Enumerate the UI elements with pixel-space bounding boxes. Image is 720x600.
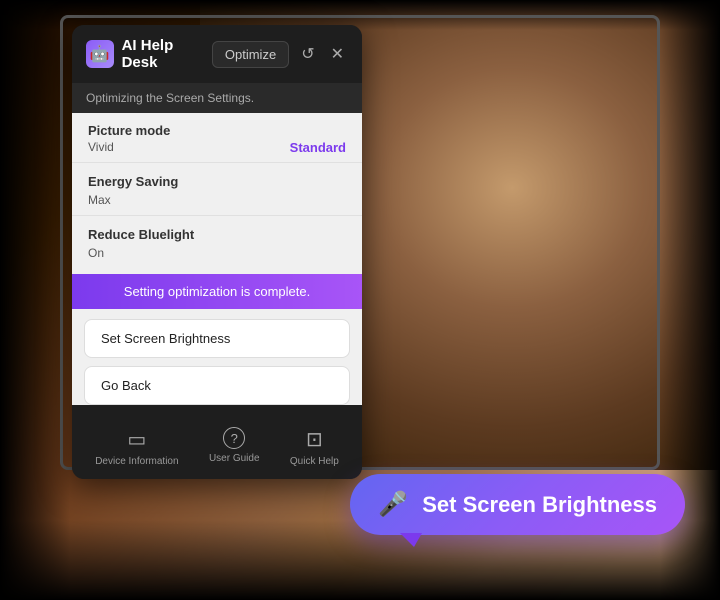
reduce-bluelight-value: On [88,244,104,262]
ai-helpdesk-panel: 🤖 AI Help Desk Optimize ↺ ✕ Optimizing t… [72,25,362,479]
user-guide-icon: ? [223,427,245,449]
reduce-bluelight-label: Reduce Bluelight [88,227,194,242]
ai-face-icon: 🤖 [90,44,110,64]
energy-saving-value: Max [88,191,111,209]
go-back-button[interactable]: Go Back [84,366,350,405]
setting-picture-mode: Picture mode Vivid Standard [72,113,362,163]
panel-title: AI Help Desk [122,37,212,71]
picture-mode-label: Picture mode [88,123,170,138]
panel-footer: ▭ Device Information ? User Guide ⊡ Quic… [72,417,362,479]
voice-bubble-text: Set Screen Brightness [422,492,657,518]
user-guide-label: User Guide [209,453,260,464]
picture-mode-value-vivid: Vivid [88,138,114,156]
voice-bubble: 🎤 Set Screen Brightness [350,474,685,535]
device-info-label: Device Information [95,456,178,467]
footer-quick-help[interactable]: ⊡ Quick Help [290,427,339,467]
footer-user-guide[interactable]: ? User Guide [209,427,260,467]
setting-reduce-bluelight: Reduce Bluelight On [72,216,362,274]
energy-saving-label: Energy Saving [88,174,178,189]
microphone-icon: 🎤 [378,490,408,519]
panel-header-left: 🤖 AI Help Desk [86,37,212,71]
close-button[interactable]: ✕ [327,42,348,66]
quick-help-icon: ⊡ [306,427,323,452]
reset-button[interactable]: ↺ [297,42,318,66]
footer-device-info[interactable]: ▭ Device Information [95,427,178,467]
complete-banner: Setting optimization is complete. [72,274,362,309]
complete-text: Setting optimization is complete. [124,284,310,299]
set-brightness-label: Set Screen Brightness [101,331,230,346]
set-brightness-button[interactable]: Set Screen Brightness [84,319,350,358]
status-text: Optimizing the Screen Settings. [86,91,254,105]
device-info-icon: ▭ [127,427,146,452]
ai-icon: 🤖 [86,40,114,68]
settings-list: Picture mode Vivid Standard Energy Savin… [72,113,362,405]
status-bar: Optimizing the Screen Settings. [72,83,362,113]
setting-energy-saving: Energy Saving Max [72,163,362,216]
setting-picture-mode-row: Picture mode [88,123,346,138]
picture-mode-values: Vivid Standard [88,138,346,156]
panel-header-controls: Optimize ↺ ✕ [212,41,348,68]
quick-help-label: Quick Help [290,456,339,467]
go-back-label: Go Back [101,378,151,393]
optimize-button[interactable]: Optimize [212,41,289,68]
picture-mode-value-standard: Standard [290,140,346,155]
panel-header: 🤖 AI Help Desk Optimize ↺ ✕ [72,25,362,83]
